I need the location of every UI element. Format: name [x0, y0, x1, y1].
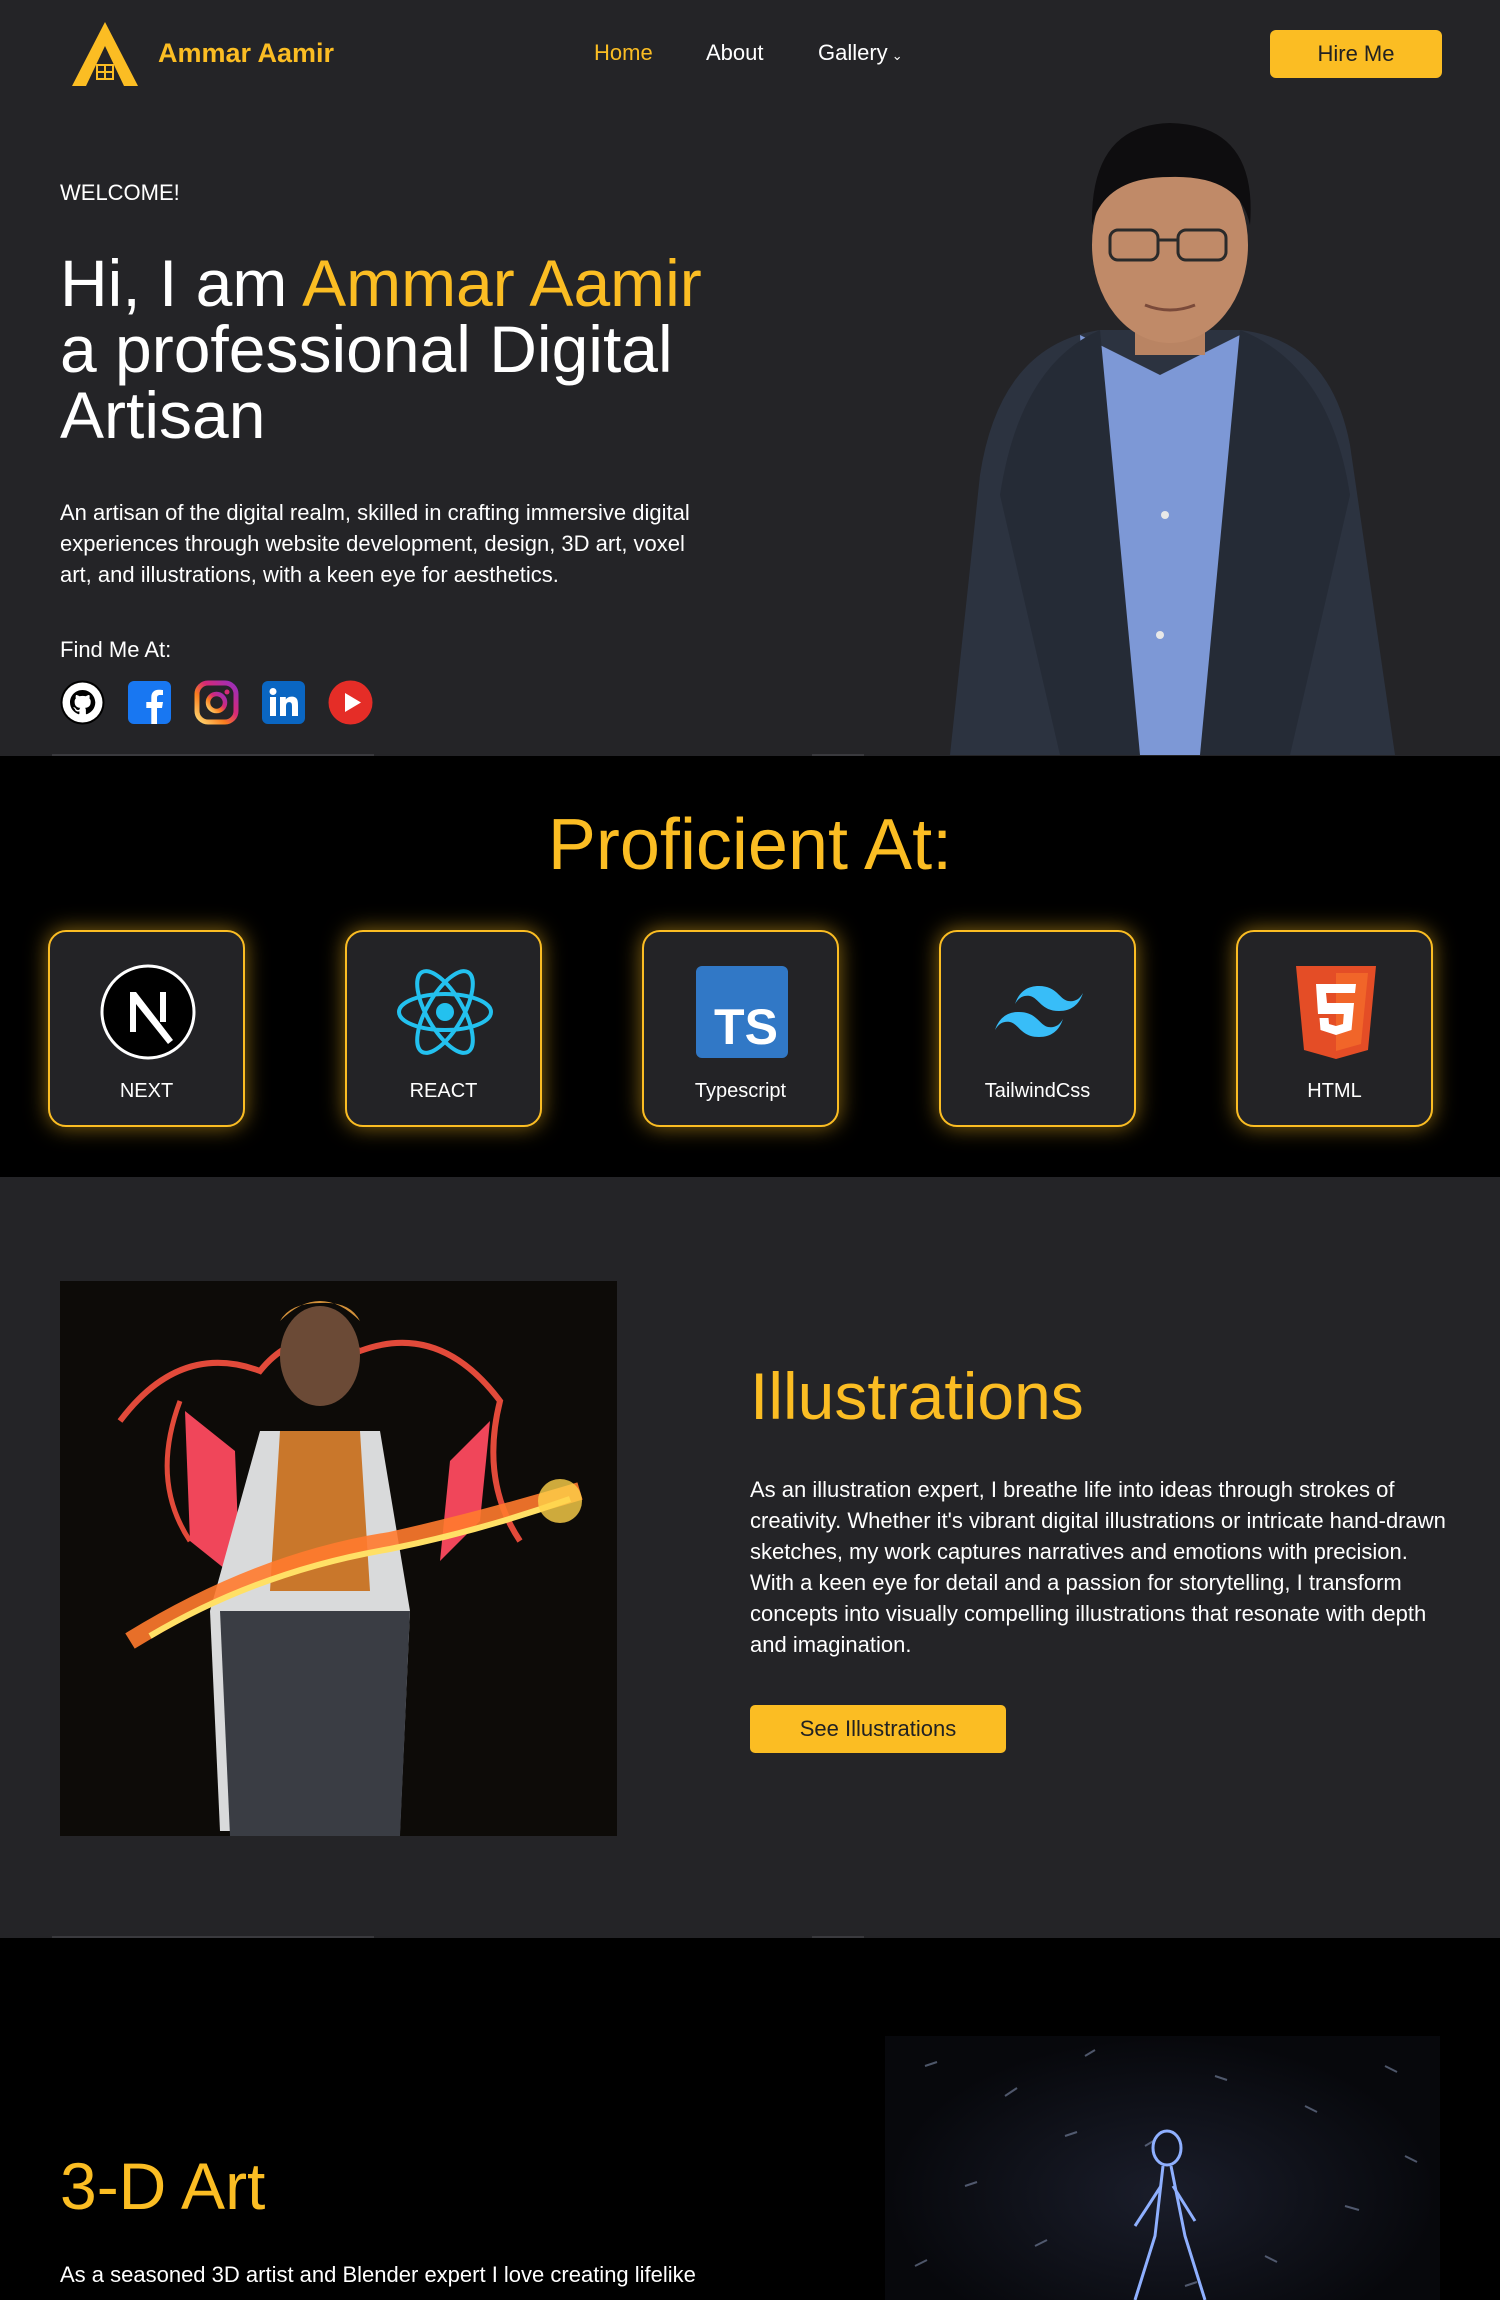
- svg-text:TS: TS: [714, 999, 778, 1055]
- brand-name[interactable]: Ammar Aamir: [158, 38, 334, 69]
- nav-home-link[interactable]: Home: [594, 40, 653, 66]
- social-links: [60, 680, 373, 725]
- logo-icon[interactable]: [70, 20, 140, 88]
- linkedin-icon[interactable]: [261, 680, 306, 725]
- illustrations-title: Illustrations: [750, 1359, 1084, 1433]
- typescript-icon: TS: [696, 966, 788, 1058]
- three-d-artwork: [885, 2036, 1440, 2300]
- skill-label: TailwindCss: [984, 1080, 1091, 1102]
- hero-title-prefix: Hi, I am: [60, 246, 303, 320]
- skill-label: REACT: [409, 1080, 478, 1102]
- tailwind-icon: [995, 986, 1083, 1037]
- divider: [812, 1936, 864, 1938]
- hero-welcome: WELCOME!: [60, 180, 180, 205]
- github-icon[interactable]: [60, 680, 105, 725]
- skill-card-html[interactable]: HTML: [1236, 930, 1433, 1127]
- youtube-icon[interactable]: [328, 680, 373, 725]
- react-icon: [397, 969, 493, 1055]
- three-d-title: 3-D Art: [60, 2149, 266, 2223]
- hero-title-name: Ammar Aamir: [302, 246, 702, 320]
- three-d-description: As a seasoned 3D artist and Blender expe…: [60, 2262, 696, 2287]
- html5-icon: [1296, 966, 1376, 1059]
- illustrations-description: As an illustration expert, I breathe lif…: [750, 1477, 1446, 1657]
- instagram-icon[interactable]: [194, 680, 239, 725]
- skill-card-react[interactable]: REACT: [345, 930, 542, 1127]
- chevron-down-icon: ⌄: [891, 48, 903, 63]
- nav-gallery-link[interactable]: Gallery ⌄: [818, 40, 903, 66]
- divider: [52, 754, 374, 756]
- nav-gallery-label: Gallery: [818, 40, 888, 65]
- hero-description: An artisan of the digital realm, skilled…: [60, 500, 690, 587]
- divider: [812, 754, 864, 756]
- skill-label: NEXT: [119, 1080, 174, 1102]
- proficient-section: Proficient At: NEXT REACT TS Typescript: [0, 756, 1500, 1177]
- three-d-section: 3-D Art As a seasoned 3D artist and Blen…: [0, 1938, 1500, 2300]
- hero-title-rest: a professional Digital Artisan: [60, 312, 673, 452]
- nav-about-link[interactable]: About: [706, 40, 764, 66]
- illustration-artwork: [60, 1281, 617, 1836]
- facebook-icon[interactable]: [127, 680, 172, 725]
- divider: [52, 1936, 374, 1938]
- nextjs-icon: [100, 964, 196, 1060]
- skill-card-tailwind[interactable]: TailwindCss: [939, 930, 1136, 1127]
- skill-card-typescript[interactable]: TS Typescript: [642, 930, 839, 1127]
- hero-title: Hi, I am Ammar Aamir a professional Digit…: [60, 250, 780, 448]
- find-me-label: Find Me At:: [60, 637, 172, 662]
- profile-photo: [950, 123, 1395, 755]
- skill-card-next[interactable]: NEXT: [48, 930, 245, 1127]
- skill-label: Typescript: [694, 1080, 787, 1102]
- top-navbar: Ammar Aamir Home About Gallery ⌄ Hire Me: [0, 0, 1500, 108]
- see-illustrations-button[interactable]: See Illustrations: [750, 1705, 1006, 1753]
- hire-me-button[interactable]: Hire Me: [1270, 30, 1442, 78]
- proficient-title: Proficient At:: [547, 805, 953, 885]
- skill-label: HTML: [1307, 1080, 1362, 1102]
